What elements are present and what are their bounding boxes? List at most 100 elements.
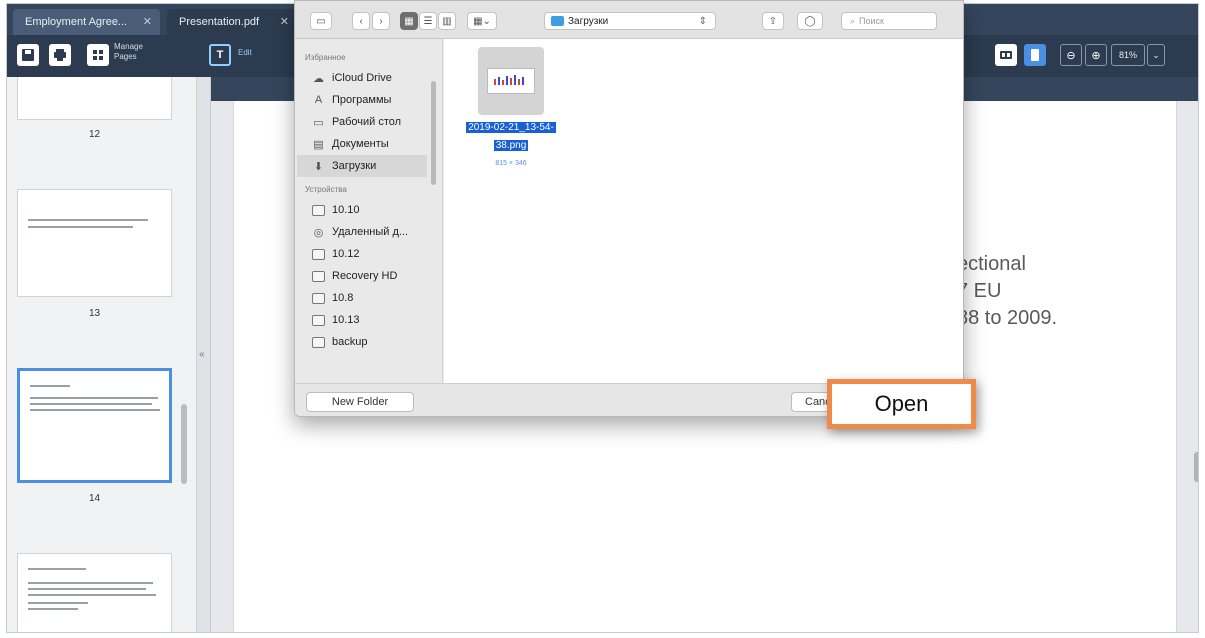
document-visible-text: ectional 7 EU 88 to 2009. [957,253,1058,329]
tab-employment-agreement[interactable]: Employment Agree... ✕ [13,9,160,35]
search-icon: ⌕ [850,15,856,26]
updown-chevron-icon: ⇕ [698,15,707,27]
column-view-button[interactable]: ▥ [438,12,456,30]
tab-presentation[interactable]: Presentation.pdf ✕ [167,9,297,35]
page-number: 12 [88,129,101,140]
thumbnail-text-line [28,602,88,604]
open-button[interactable]: Open [827,379,976,429]
document-scrollbar[interactable] [1194,452,1198,482]
sidebar-item-disk-10-13[interactable]: 10.13 [297,309,427,331]
zoom-level[interactable]: 81% [1111,44,1145,66]
sidebar-item-applications[interactable]: A Программы [297,89,427,111]
page-thumbnail[interactable] [17,189,172,297]
list-icon: ☰ [423,15,433,27]
thumbnail-text-line [28,594,156,596]
forward-button[interactable]: › [372,12,390,30]
new-folder-button[interactable]: New Folder [306,392,414,412]
save-icon [22,49,34,61]
page-thumbnail[interactable] [17,553,172,632]
zoom-in-button[interactable]: ⊕ [1085,44,1107,66]
edit-label: Edit [238,48,252,57]
file-browser-pane: 2019-02-21_13-54- 38.png 815 × 346 [444,39,963,383]
thumbnail-text-line [30,385,70,387]
arrange-button[interactable]: ▦⌄ [467,12,497,30]
thumbnail-text-line [28,608,78,610]
sidebar-item-documents[interactable]: ▤ Документы [297,133,427,155]
page-thumbnails-sidebar: 12 13 14 [7,77,197,632]
documents-icon: ▤ [313,138,324,151]
disk-icon [311,204,326,216]
sidebar-item-desktop[interactable]: ▭ Рабочий стол [297,111,427,133]
file-item-name[interactable]: 2019-02-21_13-54- 38.png [454,117,568,153]
text-edit-icon: T [216,49,224,61]
two-page-icon [1000,51,1012,59]
save-button[interactable] [17,44,39,66]
downloads-icon: ⬇ [313,160,324,173]
manage-pages-label: Manage Pages [114,42,143,61]
sidebar-item-recovery-hd[interactable]: Recovery HD [297,265,427,287]
back-button[interactable]: ‹ [352,12,370,30]
close-tab-icon[interactable]: ✕ [280,15,289,28]
dialog-toolbar: ▭ ‹ › ▦ ☰ ▥ ▦⌄ Загрузки ⇕ ⇧ ◯ ⌕ Поиск [295,1,963,39]
open-file-dialog: ▭ ‹ › ▦ ☰ ▥ ▦⌄ Загрузки ⇕ ⇧ ◯ ⌕ Поиск Из… [294,0,964,417]
zoom-dropdown-button[interactable]: ⌄ [1147,44,1165,66]
thumbnail-text-line [28,588,146,590]
thumbnail-text-line [28,219,148,221]
share-button[interactable]: ⇧ [762,12,784,30]
page-thumbnail[interactable] [17,77,172,120]
sidebar-item-remote-disc[interactable]: ◎ Удаленный д... [297,221,427,243]
disk-icon [311,292,326,304]
chevron-left-icon: ‹ [359,15,363,27]
sidebar-item-label: Загрузки [332,160,377,172]
location-label: Загрузки [568,15,609,27]
manage-pages-button[interactable] [87,44,109,66]
arrange-icon: ▦⌄ [473,15,491,27]
sidebar-item-icloud-drive[interactable]: ☁ iCloud Drive [297,67,427,89]
edit-text-button[interactable]: T [209,44,231,66]
sidebar-item-label: 10.10 [332,204,360,216]
single-page-button[interactable] [1024,44,1046,66]
search-placeholder: Поиск [859,16,884,26]
disk-icon [311,270,326,282]
sidebar-scrollbar[interactable] [181,404,187,484]
page-thumbnail-selected[interactable] [17,368,172,483]
dialog-sidebar: Избранное ☁ iCloud Drive A Программы ▭ Рабо… [295,39,443,383]
thumbnail-text-line [30,397,158,399]
columns-icon: ▥ [442,15,452,27]
tab-label: Employment Agree... [25,16,128,28]
sidebar-toggle-button[interactable]: ▭ [310,12,332,30]
sidebar-item-downloads[interactable]: ⬇ Загрузки [297,155,427,177]
grid-icon [93,50,103,60]
devices-header: Устройства [305,185,347,194]
close-tab-icon[interactable]: ✕ [143,15,152,28]
print-icon [54,49,66,61]
chevron-down-icon: ⌄ [1152,49,1160,60]
file-item-thumbnail[interactable] [478,47,544,115]
collapse-sidebar-handle[interactable]: « [197,77,211,632]
dialog-sidebar-scrollbar[interactable] [431,81,436,185]
tab-label: Presentation.pdf [179,16,260,28]
location-popup[interactable]: Загрузки ⇕ [544,12,716,30]
disk-icon [311,314,326,326]
grid-icon: ▦ [404,15,414,27]
list-view-button[interactable]: ☰ [419,12,437,30]
icon-view-button[interactable]: ▦ [400,12,418,30]
disk-icon [311,248,326,260]
share-icon: ⇧ [768,15,778,27]
search-field[interactable]: ⌕ Поиск [841,12,937,30]
double-chevron-left-icon: « [199,349,205,360]
print-button[interactable] [49,44,71,66]
file-name-line: 2019-02-21_13-54- [466,122,556,133]
sidebar-item-label: 10.8 [332,292,354,304]
page-number: 13 [88,308,101,319]
sidebar-item-disk-10-10[interactable]: 10.10 [297,199,427,221]
view-mode-button[interactable] [995,44,1017,66]
sidebar-item-disk-10-12[interactable]: 10.12 [297,243,427,265]
sidebar-item-disk-10-8[interactable]: 10.8 [297,287,427,309]
favorites-header: Избранное [305,53,346,62]
sidebar-item-backup[interactable]: backup [297,331,427,353]
tag-button[interactable]: ◯ [797,12,823,30]
zoom-out-button[interactable]: ⊖ [1060,44,1082,66]
page-number: 14 [88,493,101,504]
file-item-dimensions: 815 × 346 [495,160,527,167]
